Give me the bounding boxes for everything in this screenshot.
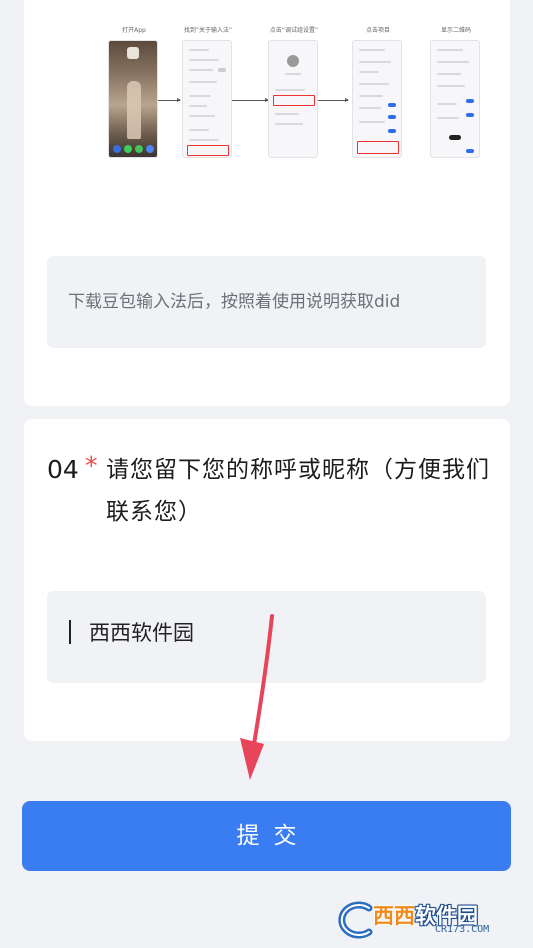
guide-card: 打开App 找到“关于输入法” 点击“调试组设置” 点击项目 显示二维码 下载豆… (24, 0, 510, 406)
phone-screenshot-about (268, 40, 318, 158)
did-input[interactable]: 下载豆包输入法后，按照着使用说明获取did (47, 256, 486, 348)
phone-icon (124, 145, 132, 153)
browser-icon (146, 145, 154, 153)
wallpaper-figure (127, 81, 141, 139)
guide-arrow (158, 98, 181, 102)
highlight-box (273, 95, 315, 106)
highlight-box (187, 145, 229, 156)
nickname-input-value: 西西软件园 (89, 621, 194, 645)
phone-screenshot-debug (352, 40, 402, 158)
guide-step-title: 打开App (122, 27, 146, 34)
phone-screenshot-home (108, 40, 158, 158)
guide-step-title: 点击项目 (365, 27, 390, 34)
guide-step-open-app: 打开App (108, 26, 160, 158)
guide-step-about: 找到“关于输入法” (182, 26, 234, 158)
guide-arrow (232, 98, 269, 102)
annotation-arrow (240, 614, 274, 780)
submit-button[interactable]: 提交 (22, 801, 511, 871)
dock-icon (113, 145, 121, 153)
message-icon (135, 145, 143, 153)
qrcode-button (449, 135, 461, 140)
guide-step-title: 显示二维码 (440, 27, 471, 34)
question-title: 请您留下您的称呼或昵称（方便我们联系您） (106, 457, 490, 525)
guide-step-title: 找到“关于输入法” (183, 27, 233, 34)
site-watermark: 西西软件园 CR173.COM (333, 898, 517, 944)
question-number: 04 (47, 455, 79, 484)
required-mark: * (85, 451, 98, 480)
guide-step-title: 点击“调试组设置” (269, 27, 319, 34)
guide-arrow (318, 98, 349, 102)
did-input-placeholder: 下载豆包输入法后，按照着使用说明获取did (68, 292, 401, 312)
guide-step-qrcode: 显示二维码 (430, 26, 482, 158)
avatar (287, 55, 299, 67)
guide-step-debug: 点击“调试组设置” (268, 26, 320, 158)
guide-image: 打开App 找到“关于输入法” 点击“调试组设置” 点击项目 显示二维码 (108, 26, 504, 164)
text-cursor (69, 620, 71, 644)
highlight-box (357, 141, 399, 154)
app-icon (127, 47, 139, 59)
phone-screenshot-qrcode (430, 40, 480, 158)
phone-screenshot-settings (182, 40, 232, 158)
watermark-domain: CR173.COM (435, 924, 490, 935)
guide-step-item: 点击项目 (352, 26, 404, 158)
